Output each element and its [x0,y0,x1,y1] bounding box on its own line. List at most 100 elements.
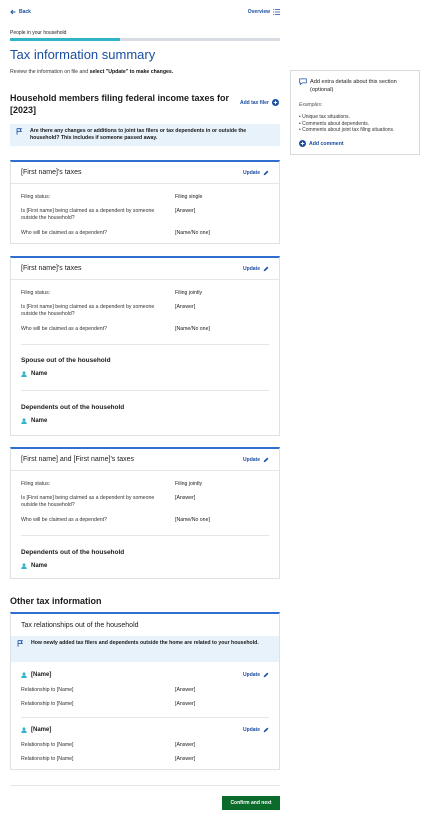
plus-circle-icon [299,140,306,147]
person-icon [21,672,27,678]
filers-heading: Household members filing federal income … [10,93,230,115]
page-title: Tax information summary [10,47,156,62]
card-title: [First name]'s taxes [21,265,82,272]
relationship-label: Relationship to [Name] [21,756,74,762]
dependent-name: Name [31,563,48,569]
relationships-alert-text: How newly added tax filers and dependent… [31,640,259,646]
dependents-heading: Dependents out of the household [21,404,125,411]
card-title: Tax relationships out of the household [21,621,139,629]
filing-status-label: Filing status: [21,290,51,296]
person-icon [21,563,27,569]
relationship-person-2: [Name] [21,727,51,733]
comment-prompt-text: Add extra details about this section (op… [310,79,397,93]
pencil-icon [263,266,269,271]
person-name: [Name] [31,672,52,678]
dependent-name: Name [31,418,48,424]
comment-panel: Add extra details about this section (op… [290,70,420,155]
progress-bar-fill [10,38,120,41]
divider [21,717,269,718]
add-comment-button[interactable]: Add comment [299,140,344,147]
flag-icon [17,640,24,647]
progress-bar-track [120,38,280,41]
subtitle-text: Review the information on file and [10,69,90,75]
relationships-alert: How newly added tax filers and dependent… [11,636,279,662]
claimed-value: [Answer] [175,208,196,214]
person-icon [21,727,27,733]
changes-alert-text: Are there any changes or additions to jo… [30,128,247,141]
add-tax-filer-button[interactable]: Add tax filer [240,99,279,106]
examples-list: Unique tax situations. Comments about de… [299,114,394,134]
overview-label: Overview [247,9,270,15]
relationship-label: Relationship to [Name] [21,742,74,748]
changes-alert: Are there any changes or additions to jo… [10,124,280,146]
relationships-card: Tax relationships out of the household H… [10,612,280,770]
back-label: Back [19,9,31,15]
update-label: Update [243,169,260,176]
who-claimed-value: [Name/No one] [175,517,210,523]
person-icon [21,371,27,377]
who-claimed-label: Who will be claimed as a dependent? [21,326,107,332]
spouse-person: Name [21,371,47,377]
divider [21,535,269,536]
claimed-label: Is [First name] being claimed as a depen… [21,208,155,221]
relationship-value: [Answer] [175,756,196,762]
relationship-value: [Answer] [175,742,196,748]
comment-icon [299,78,307,85]
back-link[interactable]: Back [10,9,31,15]
pencil-icon [263,170,269,175]
person-icon [21,418,27,424]
update-button[interactable]: Update [243,170,269,176]
dependents-heading: Dependents out of the household [21,549,125,556]
update-label: Update [243,727,260,733]
example-item: Comments about joint tax filing situatio… [299,127,394,134]
filing-status-label: Filing status: [21,194,51,200]
card-header: [First name]'s taxes Update [11,258,279,280]
filing-status-label: Filing status: [21,481,51,487]
filing-status-value: Filing jointly [175,481,203,487]
claimed-value: [Answer] [175,304,196,310]
card-header: Tax relationships out of the household [11,614,279,636]
card-title: [First name] and [First name]'s taxes [21,456,134,463]
other-tax-heading: Other tax information [10,596,102,606]
dependent-person: Name [21,563,47,569]
add-tax-filer-label: Add tax filer [240,99,269,106]
relationship-person-1: [Name] [21,672,51,678]
relationship-value: [Answer] [175,687,196,693]
update-button[interactable]: Update [243,266,269,272]
confirm-and-next-button[interactable]: Confirm and next [222,796,280,810]
page-subtitle: Review the information on file and selec… [10,69,173,75]
update-button[interactable]: Update [243,727,269,733]
spouse-name: Name [31,371,48,377]
examples-label: Examples: [299,102,323,108]
flag-icon [16,128,23,135]
tax-card-2: [First name]'s taxes Update Filing statu… [10,256,280,436]
pencil-icon [263,727,269,733]
comment-prompt: Add extra details about this section (op… [299,78,419,94]
update-label: Update [243,672,260,678]
card-header: [First name]'s taxes Update [11,162,279,184]
update-button[interactable]: Update [243,672,269,678]
card-header: [First name] and [First name]'s taxes Up… [11,449,279,471]
arrow-left-icon [10,9,16,15]
claimed-value: [Answer] [175,495,196,501]
update-label: Update [243,456,260,463]
overview-link[interactable]: Overview [248,9,280,15]
add-comment-label: Add comment [309,140,344,147]
pencil-icon [263,672,269,678]
relationship-label: Relationship to [Name] [21,687,74,693]
claimed-label: Is [First name] being claimed as a depen… [21,304,155,317]
pencil-icon [263,457,269,462]
relationship-label: Relationship to [Name] [21,701,74,707]
plus-circle-icon [271,99,279,106]
who-claimed-label: Who will be claimed as a dependent? [21,230,107,236]
tax-card-3: [First name] and [First name]'s taxes Up… [10,447,280,579]
card-title: [First name]'s taxes [21,169,82,176]
who-claimed-label: Who will be claimed as a dependent? [21,517,107,523]
dependent-person: Name [21,418,47,424]
filing-status-value: Filing jointly [175,290,203,296]
relationship-value: [Answer] [175,701,196,707]
section-label: People in your household [10,30,67,36]
divider [21,344,269,345]
update-button[interactable]: Update [243,457,269,463]
claimed-label: Is [First name] being claimed as a depen… [21,495,155,508]
